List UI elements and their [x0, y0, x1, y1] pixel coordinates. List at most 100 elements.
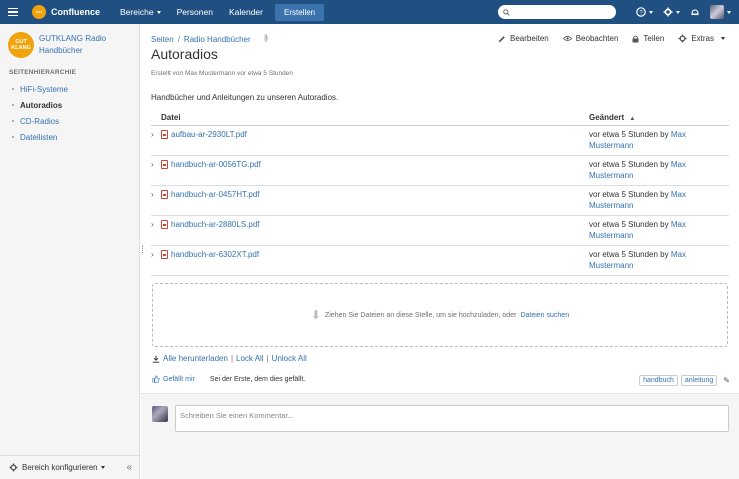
nav-kalender[interactable]: Kalender [221, 0, 271, 24]
table-row: › handbuch-ar-0056TG.pdf vor etwa 5 Stund… [151, 156, 729, 186]
expand-chevron-icon[interactable]: › [151, 220, 161, 229]
download-arrow-icon: ⬇ [310, 308, 321, 322]
file-link[interactable]: aufbau-ar-2930LT.pdf [171, 130, 247, 139]
edit-label: Bearbeiten [510, 34, 549, 43]
comment-section: Schreiben Sie einen Kommentar... [141, 393, 739, 479]
file-link[interactable]: handbuch-ar-0457HT.pdf [171, 190, 260, 199]
expand-chevron-icon[interactable]: › [151, 160, 161, 169]
like-summary: Sei der Erste, dem dies gefällt. [209, 375, 306, 383]
page-actions: Bearbeiten Beobachten Teilen Extras [498, 34, 725, 43]
pdf-file-icon [161, 190, 168, 199]
extras-button[interactable]: Extras [678, 34, 725, 43]
lock-all-link[interactable]: Lock All [236, 354, 264, 363]
file-link[interactable]: handbuch-ar-2880LS.pdf [171, 220, 260, 229]
comment-input[interactable]: Schreiben Sie einen Kommentar... [175, 405, 729, 432]
main-content: Seiten / Radio Handbücher Bearbeiten Beo… [141, 24, 739, 479]
column-header-changed-label: Geändert [589, 113, 625, 122]
space-logo[interactable]: GUT KLANG [8, 32, 34, 58]
download-all-link[interactable]: Alle herunterladen [163, 354, 228, 363]
sort-ascending-icon: ▲ [629, 116, 636, 122]
expand-chevron-icon[interactable]: › [151, 250, 161, 259]
changed-time: vor etwa 5 Stunden by [589, 190, 669, 199]
separator: | [266, 354, 269, 363]
file-drop-zone[interactable]: ⬇ Ziehen Sie Dateien an diese Stelle, um… [152, 283, 728, 347]
page-title: Autoradios [151, 46, 218, 62]
sidebar-item-dateilisten[interactable]: Dateilisten [12, 129, 68, 145]
file-link[interactable]: handbuch-ar-6302XT.pdf [171, 250, 259, 259]
bullet-icon [12, 136, 14, 138]
sidebar-item-label: Autoradios [20, 100, 63, 110]
pdf-file-icon [161, 250, 168, 259]
file-link[interactable]: handbuch-ar-0056TG.pdf [171, 160, 261, 169]
page-tree: HiFi-Systeme Autoradios CD-Radios Dateil… [12, 81, 68, 145]
sidebar-item-autoradios[interactable]: Autoradios [12, 97, 68, 113]
sidebar-item-label: Dateilisten [20, 132, 58, 142]
bullet-icon [12, 88, 14, 90]
top-navigation-bar: GUT Confluence Bereiche Personen Kalende… [0, 0, 739, 24]
unlock-all-link[interactable]: Unlock All [272, 354, 307, 363]
pdf-file-icon [161, 130, 168, 139]
share-label: Teilen [643, 34, 665, 43]
table-row: › handbuch-ar-2880LS.pdf vor etwa 5 Stund… [151, 216, 729, 246]
pdf-file-icon [161, 160, 168, 169]
breadcrumb-separator: / [177, 34, 180, 44]
share-button[interactable]: Teilen [632, 34, 664, 43]
space-name-link[interactable]: GUTKLANG Radio Handbücher [39, 33, 134, 57]
nav-bereiche[interactable]: Bereiche [112, 0, 169, 24]
collapse-sidebar-icon[interactable]: « [126, 462, 132, 473]
search-box[interactable] [498, 5, 616, 19]
breadcrumb-radio-handbuecher[interactable]: Radio Handbücher [184, 35, 251, 44]
bullet-icon [12, 120, 14, 122]
chevron-down-icon [676, 10, 680, 14]
search-icon [503, 8, 510, 16]
chevron-down-icon [156, 10, 161, 14]
help-icon[interactable]: ? [636, 7, 653, 17]
thumbs-up-icon [152, 375, 160, 383]
settings-gear-icon[interactable] [663, 7, 680, 17]
sidebar-item-cd-radios[interactable]: CD-Radios [12, 113, 68, 129]
separator: | [230, 354, 234, 363]
column-header-changed[interactable]: Geändert ▲ [589, 113, 635, 122]
chevron-down-icon [649, 10, 653, 14]
edit-button[interactable]: Bearbeiten [498, 34, 549, 43]
expand-chevron-icon[interactable]: › [151, 130, 161, 139]
user-avatar-menu[interactable] [710, 5, 731, 19]
extras-label: Extras [691, 34, 714, 43]
sidebar: GUT KLANG GUTKLANG Radio Handbücher SEITE… [0, 24, 140, 479]
pdf-file-icon [161, 220, 168, 229]
table-header: Datei Geändert ▲ [151, 110, 729, 126]
search-input[interactable] [513, 8, 613, 16]
expand-chevron-icon[interactable]: › [151, 190, 161, 199]
app-logo[interactable]: GUT [32, 5, 46, 19]
label-tag[interactable]: anleitung [680, 375, 718, 386]
page-intro: Handbücher und Anleitungen zu unseren Au… [151, 93, 339, 102]
brand-name[interactable]: Confluence [51, 7, 100, 17]
notification-bell-icon[interactable] [690, 7, 700, 17]
like-button[interactable]: Gefällt mir [152, 375, 195, 383]
avatar [152, 406, 168, 422]
gear-icon [9, 463, 18, 472]
sidebar-item-hifi-systeme[interactable]: HiFi-Systeme [12, 81, 68, 97]
create-button[interactable]: Erstellen [275, 3, 325, 21]
page-byline: Erstellt von Max Mustermann vor etwa 5 S… [151, 70, 293, 77]
changed-time: vor etwa 5 Stunden by [589, 250, 669, 259]
edit-labels-pencil-icon[interactable]: ✎ [723, 376, 730, 385]
label-tag[interactable]: handbuch [639, 375, 678, 386]
download-actions: Alle herunterladen | Lock All | Unlock A… [152, 354, 307, 363]
nav-personen[interactable]: Personen [169, 0, 221, 24]
watch-button[interactable]: Beobachten [562, 34, 618, 43]
chevron-down-icon [100, 466, 105, 469]
top-nav: Bereiche Personen Kalender Erstellen [112, 0, 325, 24]
browse-files-link[interactable]: Dateien suchen [520, 312, 569, 319]
lock-icon [632, 35, 639, 42]
app-logo-text: GUT [35, 10, 43, 14]
attachment-icon[interactable] [263, 34, 269, 44]
menu-icon[interactable] [8, 7, 26, 17]
changed-time: vor etwa 5 Stunden by [589, 220, 669, 229]
breadcrumb-seiten[interactable]: Seiten [151, 35, 174, 44]
chevron-down-icon [727, 10, 731, 14]
configure-space-button[interactable]: Bereich konfigurieren « [0, 455, 140, 479]
labels-list: handbuch anleitung ✎ [639, 375, 730, 386]
column-header-file[interactable]: Datei [151, 113, 589, 122]
table-row: › handbuch-ar-6302XT.pdf vor etwa 5 Stund… [151, 246, 729, 276]
